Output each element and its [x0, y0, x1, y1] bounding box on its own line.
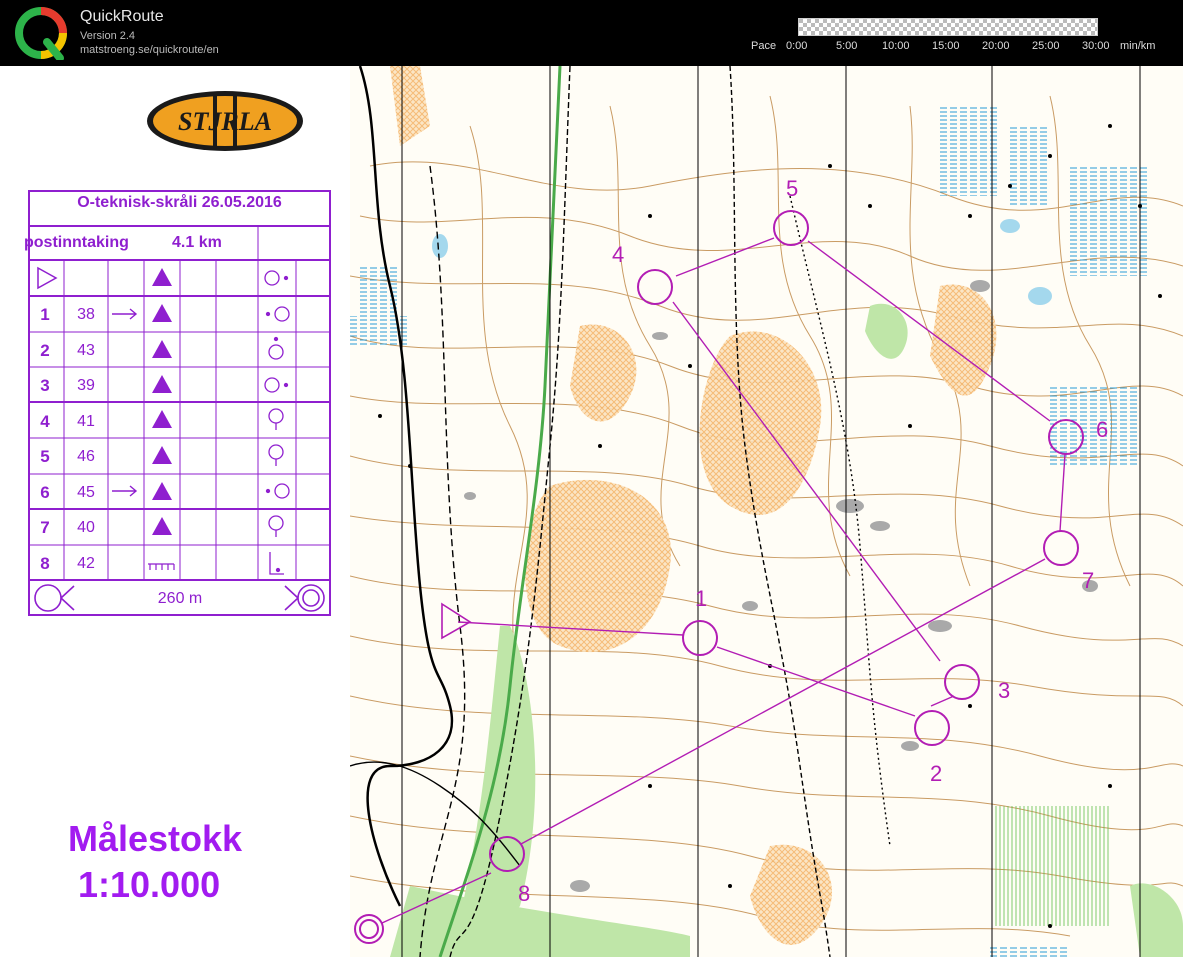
finish-distance: 260 m: [157, 590, 203, 607]
scale-value: 1:10.000: [78, 864, 221, 905]
control-label-2: 2: [930, 761, 942, 786]
pace-tick: 25:00: [1032, 40, 1060, 52]
control-label-7: 7: [1082, 568, 1094, 593]
pace-tick: 30:00: [1082, 40, 1110, 52]
control-code: 39: [77, 377, 95, 394]
control-number: 8: [40, 554, 50, 573]
control-number: 5: [40, 447, 50, 466]
app-url[interactable]: matstroeng.se/quickroute/en: [80, 44, 219, 56]
control-label-1: 1: [695, 586, 707, 611]
control-number: 6: [40, 483, 50, 502]
orienteering-map[interactable]: 1 2 3 4 5 6 7 8: [350, 66, 1183, 957]
course-length: 4.1 km: [172, 234, 222, 251]
control-code: 41: [77, 413, 95, 430]
control-label-5: 5: [786, 176, 798, 201]
control-code: 38: [77, 306, 95, 323]
app-version: Version 2.4: [80, 30, 136, 42]
control-description-table: [28, 190, 331, 616]
quickroute-logo-icon: [15, 7, 67, 60]
pace-unit: min/km: [1120, 40, 1156, 52]
pace-tick: 0:00: [786, 40, 808, 52]
pace-label: Pace: [751, 40, 777, 52]
control-label-8: 8: [518, 881, 530, 906]
event-title: O-teknisk-skråli 26.05.2016: [77, 194, 282, 211]
control-label-6: 6: [1096, 417, 1108, 442]
control-label-4: 4: [612, 242, 624, 267]
app-title: QuickRoute: [80, 8, 164, 25]
control-code: 40: [77, 519, 95, 536]
pace-tick: 10:00: [882, 40, 910, 52]
control-number: 2: [40, 341, 50, 360]
club-logo-text: STJRLA: [178, 107, 272, 136]
control-code: 45: [77, 484, 95, 501]
club-logo: STJRLA: [147, 91, 303, 151]
pace-tick: 20:00: [982, 40, 1010, 52]
control-number: 4: [40, 412, 50, 431]
control-number: 3: [40, 376, 50, 395]
pace-color-bar: [798, 18, 1098, 36]
pace-tick: 5:00: [836, 40, 858, 52]
control-code: 46: [77, 448, 95, 465]
course-class: postinntaking: [24, 234, 129, 251]
control-label-3: 3: [998, 678, 1010, 703]
control-code: 42: [77, 555, 95, 572]
pace-tick: 15:00: [932, 40, 960, 52]
control-code: 43: [77, 342, 95, 359]
scale-title: Målestokk: [68, 818, 243, 859]
control-number: 1: [40, 305, 50, 324]
control-number: 7: [40, 518, 50, 537]
app-header: QuickRoute Version 2.4 matstroeng.se/qui…: [0, 0, 1183, 66]
